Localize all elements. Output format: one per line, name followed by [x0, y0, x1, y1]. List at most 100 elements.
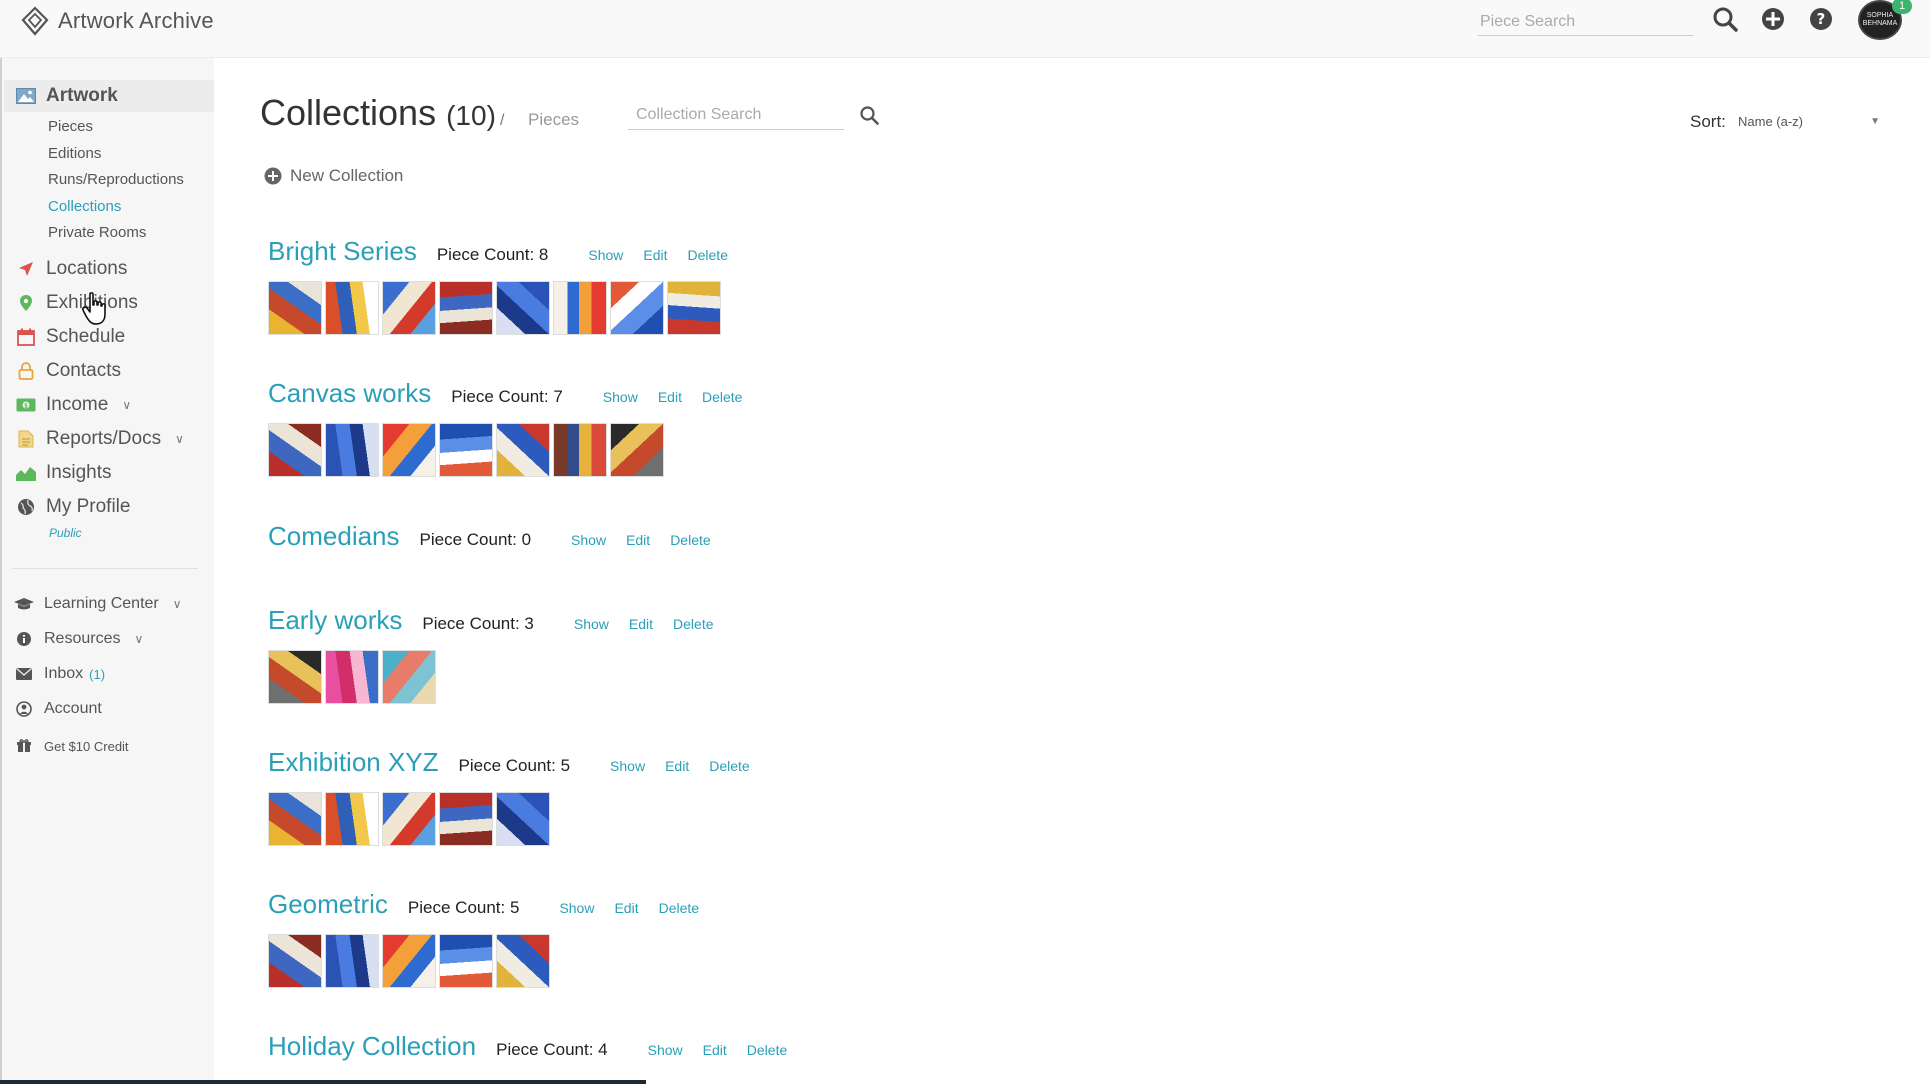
collection-thumbnails [268, 650, 734, 704]
collection-edit-button[interactable]: Edit [658, 389, 682, 405]
collection-name-link[interactable]: Exhibition XYZ [268, 747, 439, 778]
sidebar-item-label: Reports/Docs [46, 428, 162, 449]
sidebar-subitem-private-rooms[interactable]: Private Rooms [48, 224, 146, 241]
bottom-scrollbar[interactable] [0, 1080, 646, 1084]
collection-name-link[interactable]: Early works [268, 605, 402, 636]
artwork-thumbnail[interactable] [439, 792, 493, 846]
collection-name-link[interactable]: Canvas works [268, 378, 431, 409]
collection-name-link[interactable]: Geometric [268, 889, 388, 920]
search-icon[interactable] [856, 102, 882, 128]
collection-item: Comedians Piece Count: 0 Show Edit Delete [268, 521, 731, 552]
artwork-archive-logo-icon [21, 6, 49, 36]
collection-show-button[interactable]: Show [588, 247, 623, 263]
artwork-thumbnail[interactable] [553, 423, 607, 477]
profile-public-tag[interactable]: Public [49, 526, 82, 540]
collection-delete-button[interactable]: Delete [673, 616, 713, 632]
breadcrumb-separator: / [500, 112, 505, 129]
artwork-thumbnail[interactable] [325, 423, 379, 477]
artwork-thumbnail[interactable] [610, 423, 664, 477]
sidebar-item-label: Income [46, 394, 109, 415]
artwork-thumbnail[interactable] [382, 281, 436, 335]
artwork-thumbnail[interactable] [268, 934, 322, 988]
search-icon[interactable] [1710, 4, 1740, 34]
artwork-thumbnail[interactable] [325, 792, 379, 846]
collection-item: Holiday Collection Piece Count: 4 Show Edit… [268, 1031, 807, 1062]
sidebar-item-schedule[interactable]: Schedule [16, 326, 125, 348]
sidebar-item-account[interactable]: Account [14, 699, 102, 719]
collection-show-button[interactable]: Show [603, 389, 638, 405]
collection-show-button[interactable]: Show [610, 758, 645, 774]
sidebar-subitem-pieces[interactable]: Pieces [48, 118, 93, 135]
add-circle-icon[interactable] [1758, 4, 1788, 34]
brand[interactable]: Artwork Archive [20, 6, 214, 36]
sidebar-item-reports[interactable]: Reports/Docs ∨ [16, 428, 184, 450]
artwork-thumbnail[interactable] [439, 423, 493, 477]
collection-edit-button[interactable]: Edit [626, 532, 650, 548]
sidebar-item-income[interactable]: $ Income ∨ [16, 394, 131, 416]
sidebar-subitem-runs[interactable]: Runs/Reproductions [48, 171, 184, 188]
collection-edit-button[interactable]: Edit [703, 1042, 727, 1058]
collection-delete-button[interactable]: Delete [688, 247, 728, 263]
collection-edit-button[interactable]: Edit [665, 758, 689, 774]
sidebar-item-learning-center[interactable]: Learning Center ∨ [14, 594, 182, 614]
sort-select[interactable]: Name (a-z) ▼ [1738, 108, 1880, 134]
collection-show-button[interactable]: Show [574, 616, 609, 632]
hand-cursor-icon [82, 292, 106, 325]
collection-delete-button[interactable]: Delete [709, 758, 749, 774]
artwork-thumbnail[interactable] [382, 934, 436, 988]
artwork-thumbnail[interactable] [382, 650, 436, 704]
contact-lock-icon [16, 361, 36, 381]
sidebar-item-credit[interactable]: Get $10 Credit [14, 736, 129, 756]
breadcrumb-pieces-link[interactable]: Pieces [528, 110, 579, 130]
artwork-thumbnail[interactable] [439, 281, 493, 335]
inbox-count: (1) [89, 666, 106, 682]
sidebar-item-label: Schedule [46, 326, 126, 347]
artwork-thumbnail[interactable] [325, 281, 379, 335]
artwork-thumbnail[interactable] [268, 792, 322, 846]
artwork-thumbnail[interactable] [610, 281, 664, 335]
sidebar-subitem-collections[interactable]: Collections [48, 198, 121, 215]
collection-edit-button[interactable]: Edit [614, 900, 638, 916]
collection-delete-button[interactable]: Delete [670, 532, 710, 548]
artwork-thumbnail[interactable] [382, 792, 436, 846]
artwork-thumbnail[interactable] [496, 423, 550, 477]
sidebar-item-inbox[interactable]: Inbox (1) [14, 664, 105, 684]
collection-show-button[interactable]: Show [571, 532, 606, 548]
document-icon [16, 429, 36, 449]
artwork-thumbnail[interactable] [667, 281, 721, 335]
artwork-thumbnail[interactable] [439, 934, 493, 988]
piece-search-input[interactable] [1478, 8, 1694, 36]
collection-name-link[interactable]: Bright Series [268, 236, 417, 267]
artwork-thumbnail[interactable] [325, 650, 379, 704]
collection-delete-button[interactable]: Delete [702, 389, 742, 405]
collection-delete-button[interactable]: Delete [659, 900, 699, 916]
collection-show-button[interactable]: Show [559, 900, 594, 916]
artwork-thumbnail[interactable] [268, 281, 322, 335]
collection-delete-button[interactable]: Delete [747, 1042, 787, 1058]
collection-search-input[interactable] [628, 100, 844, 130]
sidebar-item-locations[interactable]: Locations [16, 258, 127, 280]
collection-edit-button[interactable]: Edit [629, 616, 653, 632]
collection-name-link[interactable]: Holiday Collection [268, 1031, 476, 1062]
artwork-thumbnail[interactable] [268, 423, 322, 477]
artwork-thumbnail[interactable] [496, 934, 550, 988]
info-icon [14, 629, 34, 649]
sidebar-item-artwork[interactable]: Artwork [4, 80, 214, 112]
artwork-thumbnail[interactable] [496, 792, 550, 846]
artwork-thumbnail[interactable] [382, 423, 436, 477]
artwork-thumbnail[interactable] [553, 281, 607, 335]
artwork-thumbnail[interactable] [496, 281, 550, 335]
sidebar-item-contacts[interactable]: Contacts [16, 360, 121, 382]
sidebar-subitem-editions[interactable]: Editions [48, 145, 101, 162]
sidebar-item-insights[interactable]: Insights [16, 462, 111, 484]
artwork-thumbnail[interactable] [268, 650, 322, 704]
collection-show-button[interactable]: Show [648, 1042, 683, 1058]
collection-edit-button[interactable]: Edit [643, 247, 667, 263]
sidebar-item-exhibitions[interactable]: Exhibitions [16, 292, 138, 314]
new-collection-button[interactable]: New Collection [264, 166, 403, 186]
sidebar-item-resources[interactable]: Resources ∨ [14, 629, 143, 649]
help-icon[interactable]: ? [1806, 4, 1836, 34]
collection-name-link[interactable]: Comedians [268, 521, 400, 552]
artwork-thumbnail[interactable] [325, 934, 379, 988]
sidebar-item-my-profile[interactable]: My Profile [16, 496, 130, 518]
